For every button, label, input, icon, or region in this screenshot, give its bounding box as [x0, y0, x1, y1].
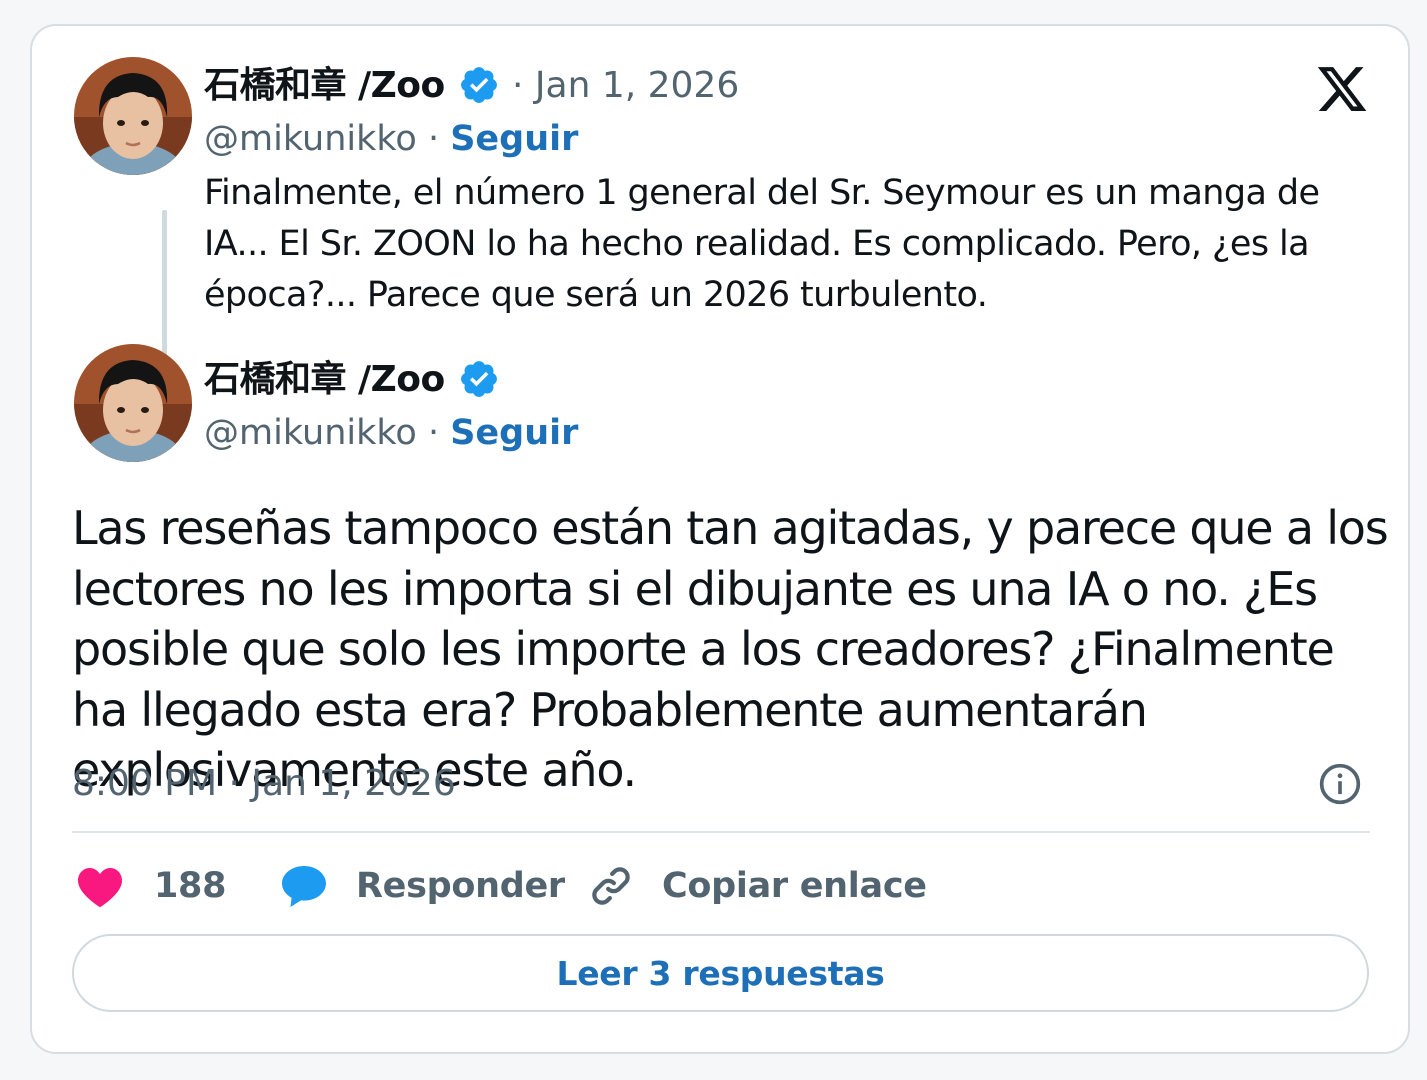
author-avatar-parent[interactable] — [74, 57, 192, 175]
verified-badge-icon — [461, 67, 497, 103]
read-replies-label: Leer 3 respuestas — [556, 953, 885, 993]
parent-tweet-text: Finalmente, el número 1 general del Sr. … — [204, 173, 1320, 315]
info-icon[interactable] — [1318, 762, 1362, 806]
copy-link-action[interactable]: Copiar enlace — [588, 858, 927, 914]
divider — [72, 831, 1370, 833]
read-replies-button[interactable]: Leer 3 respuestas — [72, 934, 1369, 1012]
link-icon — [592, 867, 630, 905]
handle-row: @mikunikko · Seguir — [204, 122, 578, 157]
x-logo-icon[interactable] — [1314, 62, 1370, 116]
author-handle-main[interactable]: @mikunikko — [204, 413, 417, 453]
follow-button-main[interactable]: Seguir — [450, 413, 578, 453]
reply-action[interactable]: Responder — [280, 858, 565, 914]
verified-badge-icon — [461, 361, 497, 397]
handle-row-main: @mikunikko · Seguir — [204, 416, 578, 451]
thread-connector-line — [162, 210, 167, 358]
tweet-date[interactable]: · Jan 1, 2026 — [512, 68, 739, 104]
copy-link-label: Copiar enlace — [662, 866, 927, 906]
follow-button[interactable]: Seguir — [450, 119, 578, 159]
tweet-timestamp[interactable]: 8:00 PM · Jan 1, 2026 — [72, 766, 456, 802]
separator-dot: · — [416, 413, 451, 453]
separator-dot: · — [416, 119, 451, 159]
speech-bubble-icon — [282, 866, 326, 907]
like-action[interactable]: 188 — [76, 858, 226, 914]
reply-label: Responder — [356, 866, 565, 906]
main-tweet-text: Las reseñas tampoco están tan agitadas, … — [72, 501, 1389, 797]
author-name-main[interactable]: 石橋和章 /Zoo — [204, 362, 445, 398]
author-avatar-main[interactable] — [74, 344, 192, 462]
likes-count: 188 — [154, 866, 227, 906]
author-name[interactable]: 石橋和章 /Zoo — [204, 68, 445, 104]
embedded-tweet-card: 石橋和章 /Zoo · Jan 1, 2026 @mikunikko · Seg… — [30, 24, 1410, 1054]
heart-icon — [77, 868, 123, 908]
author-handle[interactable]: @mikunikko — [204, 119, 417, 159]
